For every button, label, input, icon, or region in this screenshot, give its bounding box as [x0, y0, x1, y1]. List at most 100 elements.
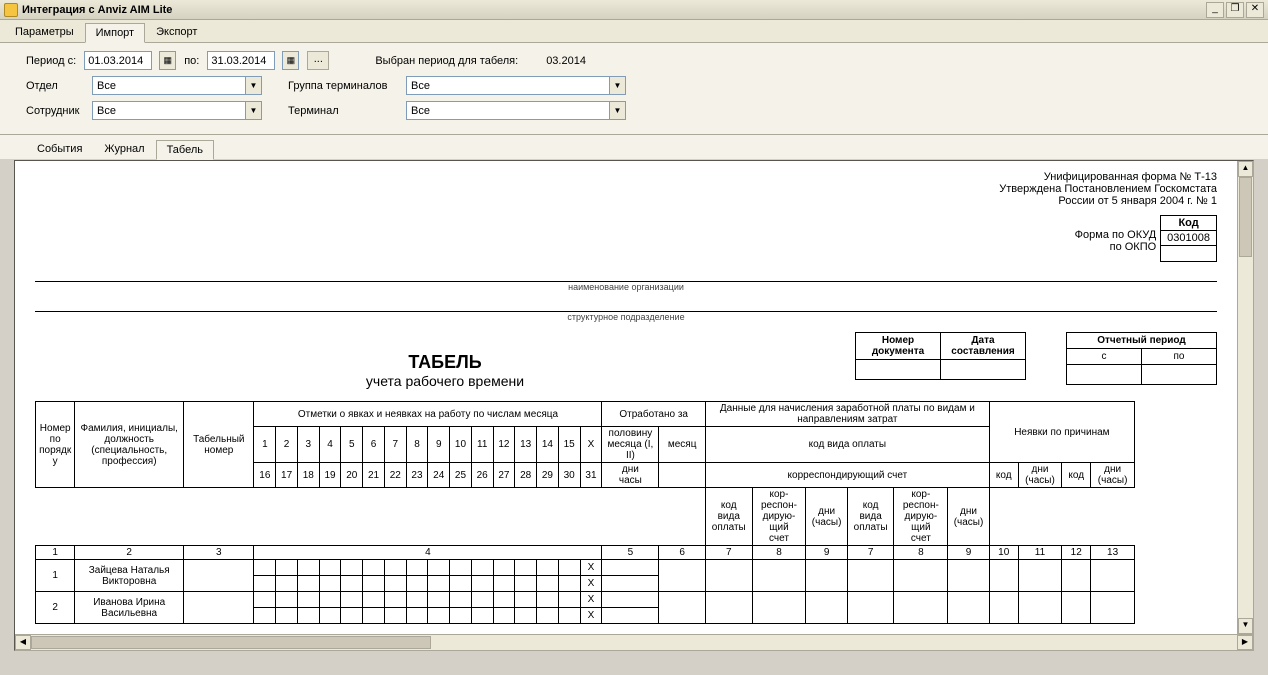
col-corr-sub: кор-респон-дирую-щийсчет: [752, 488, 806, 546]
scroll-thumb[interactable]: [1239, 177, 1252, 257]
scroll-left-icon[interactable]: ◀: [15, 635, 31, 650]
dept-combo[interactable]: Все ▼: [92, 76, 262, 95]
tabel-subtitle: учета рабочего времени: [35, 373, 855, 389]
col-half: половину месяца (I, II): [602, 427, 659, 463]
doc-date-label: Дата составления: [941, 333, 1026, 360]
subtab-journal[interactable]: Журнал: [93, 139, 155, 159]
tab-parameters[interactable]: Параметры: [4, 22, 85, 42]
code-box: Код 0301008: [1160, 215, 1217, 262]
day-cell: [341, 592, 363, 608]
day-cell: [406, 576, 428, 592]
org-name-line: [35, 268, 1217, 282]
col-month: месяц: [659, 427, 706, 463]
col-marks: Отметки о явках и неявках на работу по ч…: [254, 402, 602, 427]
row-num: 2: [36, 592, 75, 624]
terminal-combo[interactable]: Все ▼: [406, 101, 626, 120]
dept-label: Отдел: [26, 80, 84, 92]
doc-num-date-table: Номер документа Дата составления: [855, 332, 1026, 380]
day-cell: [384, 608, 406, 624]
filter-panel: Период с: ▦ по: ▦ ... Выбран период для …: [0, 43, 1268, 135]
colnum: 8: [752, 546, 806, 560]
day-cell: [276, 576, 298, 592]
scroll-down-icon[interactable]: ▼: [1238, 618, 1253, 634]
day-cell: [537, 608, 559, 624]
term-group-combo[interactable]: Все ▼: [406, 76, 626, 95]
period-more-button[interactable]: ...: [307, 51, 329, 70]
abs-cell: [1062, 592, 1091, 624]
okpo-label: по ОКПО: [1075, 241, 1157, 253]
row-name: Иванова Ирина Васильевна: [75, 592, 184, 624]
calendar-to-button[interactable]: ▦: [282, 51, 299, 70]
abs-cell: [1062, 560, 1091, 592]
day-header: 24: [428, 463, 450, 488]
day-header: 16: [254, 463, 276, 488]
day-header: 19: [319, 463, 341, 488]
day-header: 17: [276, 463, 298, 488]
maximize-button[interactable]: ❐: [1226, 2, 1244, 18]
vertical-scrollbar[interactable]: ▲ ▼: [1237, 161, 1253, 634]
period-to-input[interactable]: [211, 55, 271, 67]
subtab-events[interactable]: События: [26, 139, 93, 159]
day-cell: [363, 608, 385, 624]
row-name: Зайцева Наталья Викторовна: [75, 560, 184, 592]
calendar-from-button[interactable]: ▦: [159, 51, 176, 70]
colnum: 8: [894, 546, 948, 560]
minimize-button[interactable]: _: [1206, 2, 1224, 18]
selected-period-value: 03.2014: [546, 55, 586, 67]
day-cell: [319, 592, 341, 608]
period-from-input[interactable]: [88, 55, 148, 67]
day-header: 9: [428, 427, 450, 463]
day-cell: [276, 592, 298, 608]
document-scroll[interactable]: Унифицированная форма № Т-13 Утверждена …: [15, 161, 1237, 634]
day-cell: [254, 608, 276, 624]
sub-tabs: События Журнал Табель: [0, 135, 1268, 159]
terminal-value: Все: [407, 105, 609, 117]
day-header: 7: [384, 427, 406, 463]
horizontal-scrollbar[interactable]: ◀ ▶: [15, 634, 1253, 650]
period-from-label: Период с:: [26, 55, 76, 67]
col-days-month: [659, 463, 706, 488]
period-from-field[interactable]: [84, 51, 152, 70]
col-days-hours: дни (часы): [1018, 463, 1061, 488]
period-to-field[interactable]: [207, 51, 275, 70]
day-cell: [450, 608, 472, 624]
pay-cell: [705, 560, 752, 592]
day-header: 21: [363, 463, 385, 488]
half-cell: [602, 608, 659, 624]
doc-num-cell: [856, 360, 941, 380]
day-header: 20: [341, 463, 363, 488]
day-header: 25: [450, 463, 472, 488]
close-button[interactable]: ✕: [1246, 2, 1264, 18]
pay-cell: [894, 592, 948, 624]
tab-export[interactable]: Экспорт: [145, 22, 208, 42]
abs-cell: [989, 592, 1018, 624]
day-cell: [537, 576, 559, 592]
chevron-down-icon: ▼: [609, 77, 625, 94]
colnum: 11: [1018, 546, 1061, 560]
scroll-right-icon[interactable]: ▶: [1237, 635, 1253, 650]
day-cell: [471, 592, 493, 608]
day-cell: [341, 576, 363, 592]
employee-combo[interactable]: Все ▼: [92, 101, 262, 120]
colnum: 10: [989, 546, 1018, 560]
day-cell: [558, 560, 580, 576]
org-name-sub: наименование организации: [35, 282, 1217, 292]
day-cell: [493, 560, 515, 576]
colnum: 9: [948, 546, 989, 560]
col-days-hours: дни (часы): [806, 488, 847, 546]
subtab-timesheet[interactable]: Табель: [156, 140, 214, 160]
hscroll-thumb[interactable]: [31, 636, 431, 649]
scroll-up-icon[interactable]: ▲: [1238, 161, 1253, 177]
window-title: Интеграция с Anviz AIM Lite: [22, 4, 1206, 16]
col-code: код: [989, 463, 1018, 488]
day-header: 22: [384, 463, 406, 488]
day-cell: [341, 560, 363, 576]
day-header: 14: [537, 427, 559, 463]
term-group-label: Группа терминалов: [288, 80, 398, 92]
pay-cell: [847, 592, 894, 624]
colnum: 3: [184, 546, 254, 560]
day-cell: [493, 608, 515, 624]
pay-cell: [847, 560, 894, 592]
tab-import[interactable]: Импорт: [85, 23, 145, 43]
employee-value: Все: [93, 105, 245, 117]
